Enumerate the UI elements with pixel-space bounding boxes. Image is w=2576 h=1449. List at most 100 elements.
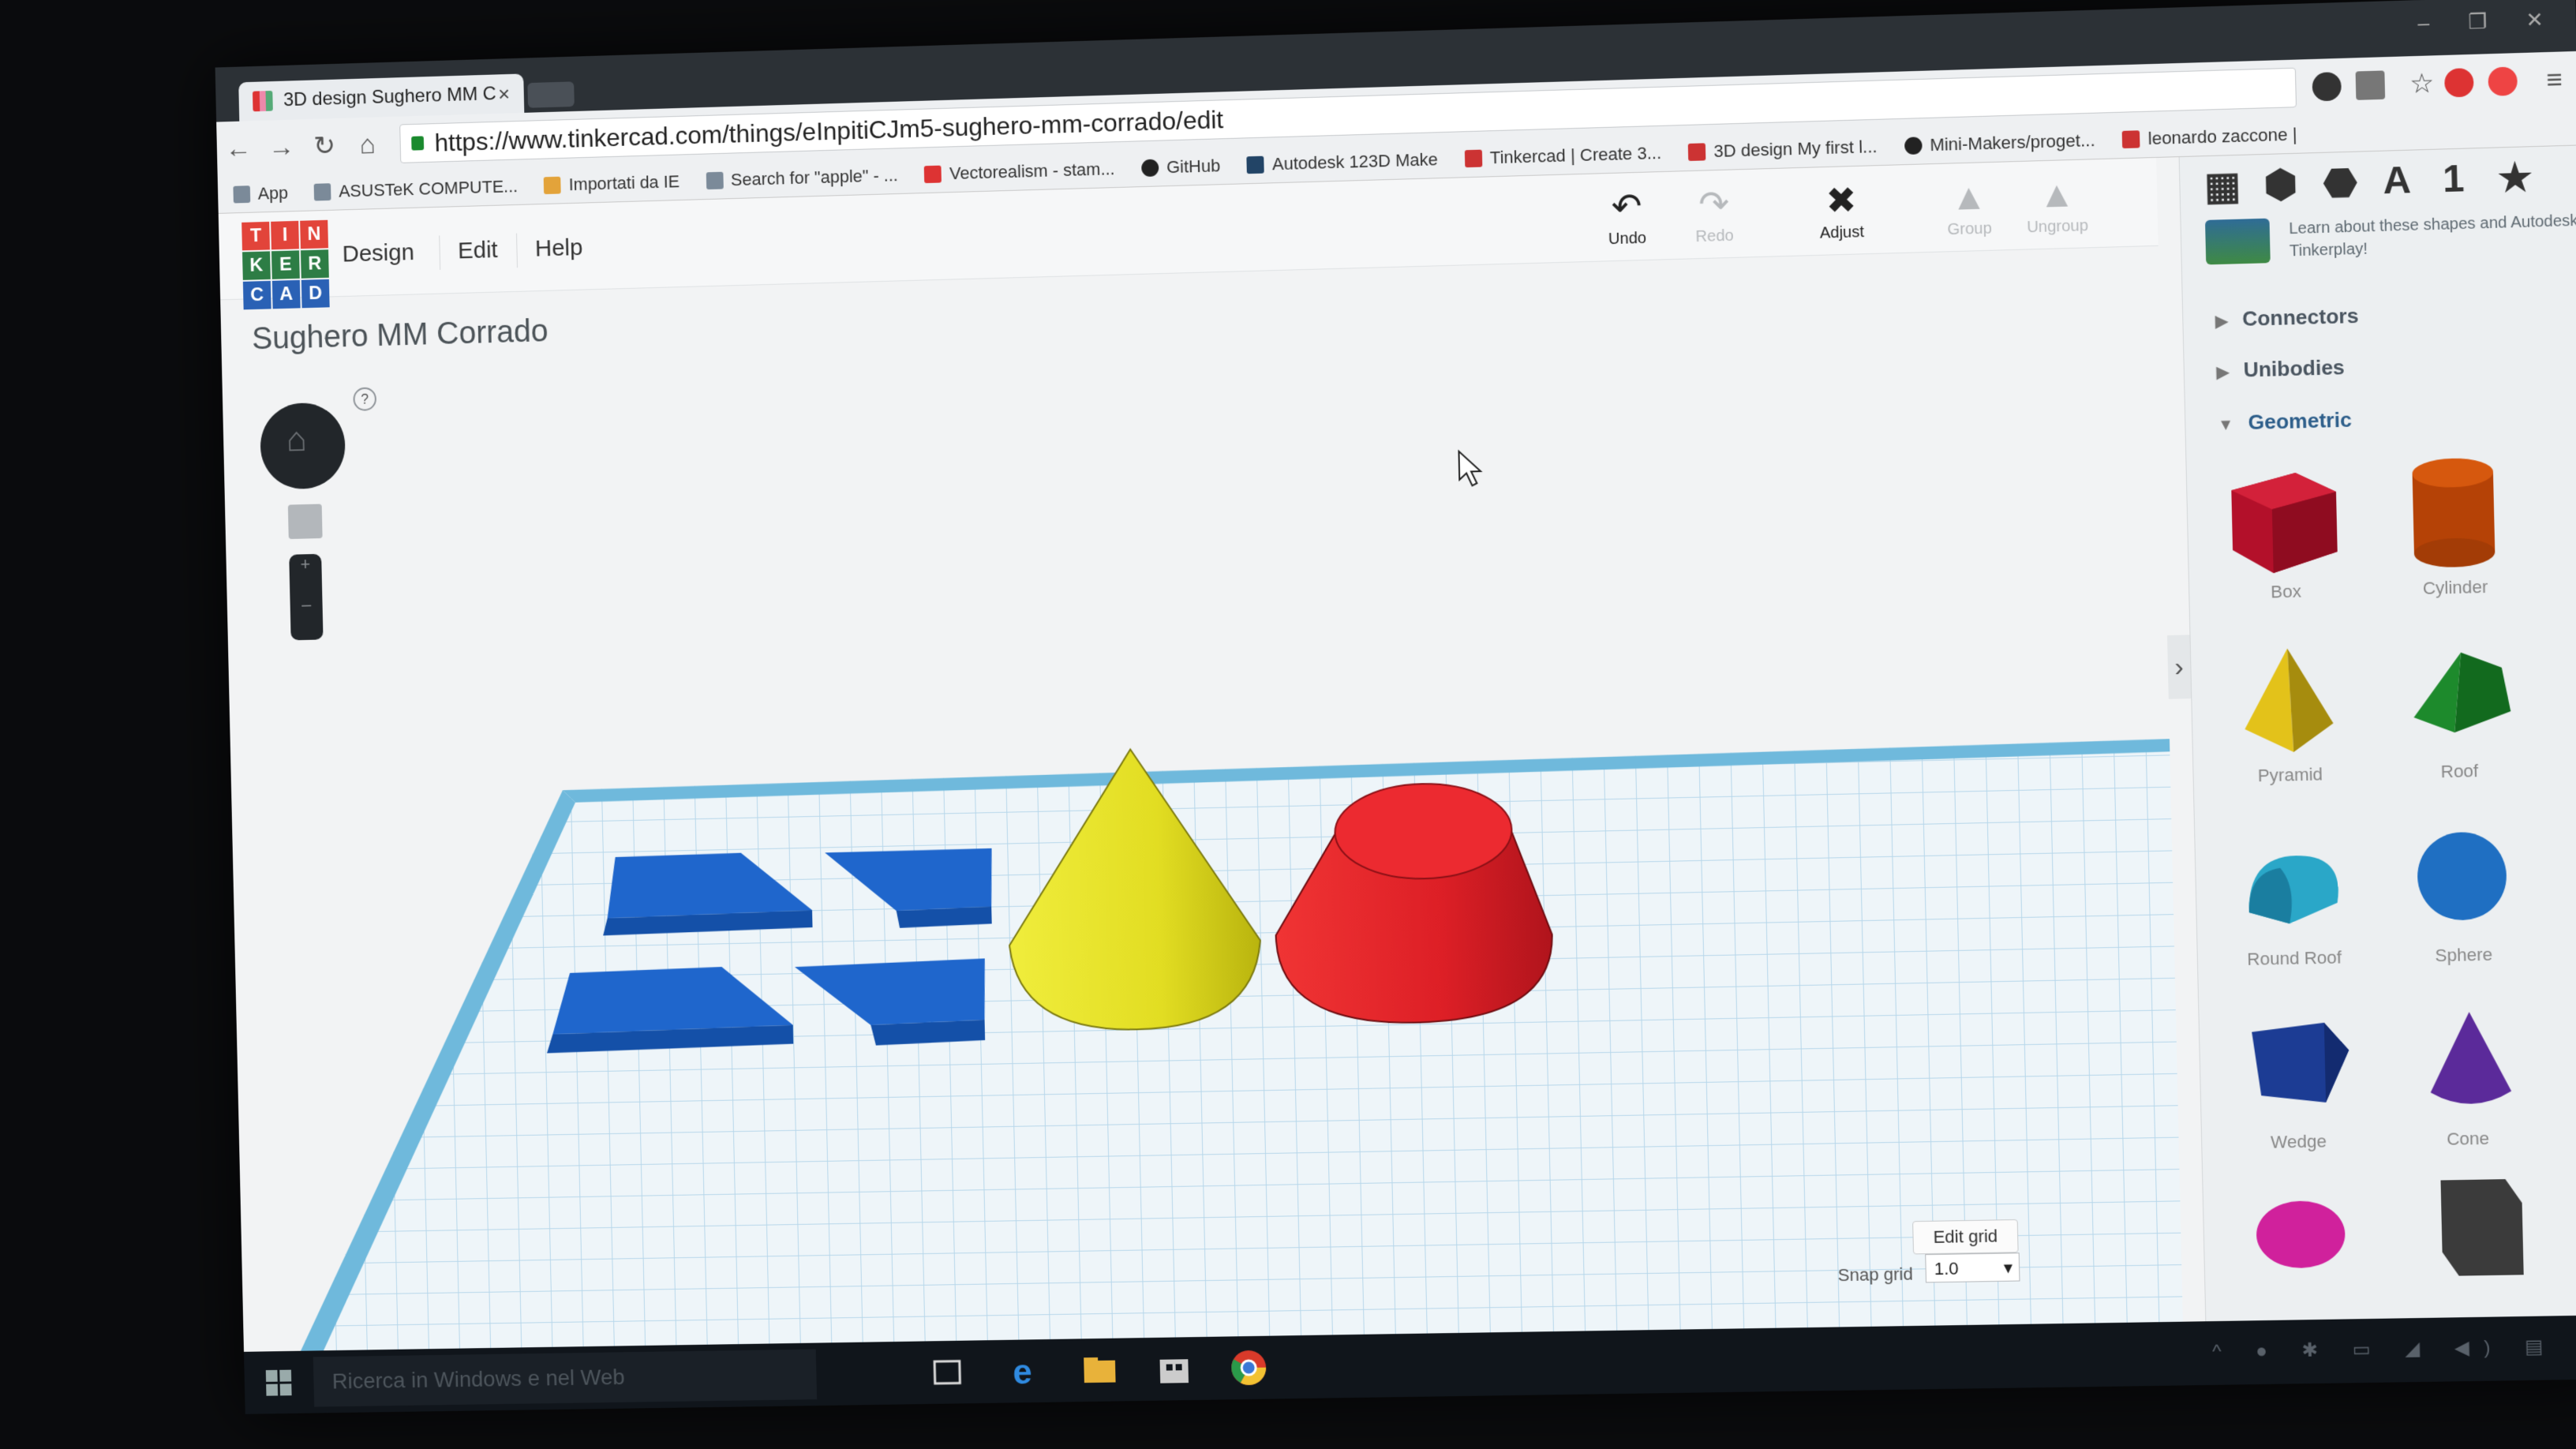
text-icon[interactable]: A bbox=[2383, 159, 2412, 204]
bookmark-item[interactable]: 3D design My first l... bbox=[1688, 136, 1878, 162]
bookmark-item[interactable]: Mini-Makers/proget... bbox=[1904, 129, 2095, 155]
round-roof-icon bbox=[2231, 822, 2354, 945]
tinkerplay-info[interactable]: Learn about these shapes and Autodesk Ti… bbox=[2205, 210, 2576, 265]
cylinder-icon bbox=[2391, 451, 2515, 575]
shape-cylinder[interactable]: Cylinder bbox=[2372, 451, 2537, 600]
tinkercad-icon bbox=[1688, 143, 1706, 161]
page-icon bbox=[314, 183, 331, 200]
bookmark-star-icon[interactable]: ☆ bbox=[2399, 67, 2445, 100]
shape-box[interactable]: Box bbox=[2203, 455, 2367, 605]
shape-roof[interactable]: Roof bbox=[2376, 635, 2540, 784]
snap-grid-select[interactable]: 1.0 bbox=[1925, 1252, 2020, 1282]
snap-grid-label: Snap grid bbox=[1837, 1264, 1913, 1286]
new-tab-button[interactable] bbox=[527, 81, 574, 107]
shape-half-sphere[interactable] bbox=[2219, 1189, 2382, 1276]
bookmark-item[interactable]: Vectorealism - stam... bbox=[924, 159, 1115, 185]
maximize-icon[interactable]: ❐ bbox=[2468, 9, 2488, 35]
panel-collapse-chevron-icon[interactable]: › bbox=[2167, 635, 2191, 698]
tinkercad-favicon-icon bbox=[253, 91, 273, 111]
section-geometric[interactable]: ▼ Geometric bbox=[2218, 407, 2352, 436]
hexagonal-prism-icon bbox=[2408, 1170, 2532, 1284]
bookmark-item[interactable]: Search for "apple" - ... bbox=[706, 165, 898, 191]
windows-start-icon[interactable] bbox=[266, 1370, 293, 1397]
forward-icon[interactable]: → bbox=[260, 132, 303, 163]
back-icon[interactable]: ← bbox=[216, 133, 260, 164]
url-text: https://www.tinkercad.com/things/eInpiti… bbox=[434, 105, 1223, 157]
shape-sphere[interactable]: Sphere bbox=[2380, 818, 2545, 967]
tinkercad-app: T I N K E R C A D Design Edit Help ↶ Und… bbox=[219, 145, 2576, 1413]
menu-edit[interactable]: Edit bbox=[458, 237, 498, 264]
bookmark-item[interactable]: Importati da IE bbox=[544, 171, 680, 196]
number-icon[interactable]: 1 bbox=[2442, 157, 2465, 201]
close-window-icon[interactable]: ✕ bbox=[2525, 7, 2544, 32]
menu-help[interactable]: Help bbox=[535, 234, 583, 262]
monitor-screen: 3D design Sughero MM C × – ❐ ✕ ← → ↻ ⌂ h… bbox=[215, 0, 2576, 1414]
shape-round-roof[interactable]: Round Roof bbox=[2211, 822, 2375, 971]
tab-close-icon[interactable]: × bbox=[498, 81, 511, 106]
shape-wedge[interactable]: Wedge bbox=[2215, 1005, 2379, 1154]
box-icon bbox=[2222, 455, 2346, 578]
expand-arrow-icon: ▶ bbox=[2216, 364, 2229, 382]
minimize-icon[interactable]: – bbox=[2417, 11, 2430, 36]
menu-divider bbox=[439, 235, 440, 270]
workplane-canvas[interactable] bbox=[220, 245, 2183, 1374]
shape-pyramid[interactable]: Pyramid bbox=[2207, 638, 2371, 787]
taskbar-search-input[interactable]: Ricerca in Windows e nel Web bbox=[313, 1350, 817, 1407]
search-icon bbox=[706, 171, 723, 189]
shape-cone[interactable]: Cone bbox=[2384, 1002, 2549, 1151]
bookmark-item[interactable]: Tinkercad | Create 3... bbox=[1465, 142, 1662, 168]
bookmark-item[interactable]: App bbox=[233, 182, 288, 204]
redo-button[interactable]: ↷ Redo bbox=[1670, 179, 1759, 247]
extension-icon[interactable] bbox=[2488, 66, 2518, 96]
extension-icon[interactable] bbox=[2312, 72, 2342, 101]
tinkercad-icon bbox=[1465, 149, 1483, 167]
file-explorer-icon[interactable] bbox=[1077, 1348, 1122, 1393]
shapes-panel: ▦ ⬢ ⬣ A 1 ★ Learn about these shapes and… bbox=[2179, 145, 2576, 1385]
bookmark-item[interactable]: GitHub bbox=[1141, 155, 1220, 178]
roof-icon bbox=[2396, 635, 2520, 758]
github-icon bbox=[1141, 159, 1159, 177]
group-icon: ▲ bbox=[1924, 171, 2013, 222]
tinkerplay-thumbnail bbox=[2205, 219, 2271, 265]
tinkercad-icon bbox=[2122, 130, 2140, 148]
extension-icon[interactable] bbox=[2444, 68, 2474, 98]
system-tray[interactable]: ^ ● ✱ ▭ ◢ ◀) ▤ bbox=[2212, 1335, 2558, 1364]
bookmark-item[interactable]: Autodesk 123D Make bbox=[1247, 149, 1438, 175]
undo-icon: ↶ bbox=[1582, 182, 1671, 231]
star-icon[interactable]: ★ bbox=[2497, 155, 2533, 200]
adjust-button[interactable]: ✖ Adjust bbox=[1797, 175, 1886, 244]
store-icon[interactable] bbox=[1151, 1346, 1196, 1391]
collapse-arrow-icon: ▼ bbox=[2218, 416, 2234, 434]
bookmark-item[interactable]: leonardo zaccone | bbox=[2122, 124, 2297, 150]
svg-text:e: e bbox=[1013, 1353, 1032, 1392]
tab-title: 3D design Sughero MM C bbox=[283, 83, 496, 111]
menu-divider bbox=[516, 234, 518, 268]
wedge-icon bbox=[2235, 1006, 2358, 1128]
ungroup-button[interactable]: ▲ Ungroup bbox=[2012, 169, 2102, 238]
cube-icon[interactable]: ⬣ bbox=[2323, 160, 2357, 206]
grid-icon[interactable]: ▦ bbox=[2203, 163, 2241, 209]
reload-icon[interactable]: ↻ bbox=[302, 129, 346, 162]
edge-browser-icon[interactable]: e bbox=[1003, 1349, 1048, 1394]
task-view-icon[interactable] bbox=[925, 1350, 970, 1395]
cone-icon bbox=[2404, 1003, 2528, 1125]
menu-icon[interactable]: ≡ bbox=[2532, 64, 2576, 96]
adjust-icon: ✖ bbox=[1797, 175, 1885, 225]
menu-design[interactable]: Design bbox=[342, 239, 414, 268]
edit-grid-button[interactable]: Edit grid bbox=[1912, 1219, 2019, 1254]
section-unibodies[interactable]: ▶ Unibodies bbox=[2216, 355, 2345, 384]
expand-arrow-icon: ▶ bbox=[2215, 313, 2228, 331]
box-view-icon[interactable]: ⬢ bbox=[2263, 162, 2298, 208]
extension-icon[interactable] bbox=[2356, 70, 2386, 99]
mouse-cursor-icon bbox=[1458, 451, 1481, 486]
section-connectors[interactable]: ▶ Connectors bbox=[2215, 304, 2359, 332]
undo-button[interactable]: ↶ Undo bbox=[1582, 182, 1671, 249]
home-icon[interactable]: ⌂ bbox=[346, 129, 389, 160]
redo-icon: ↷ bbox=[1670, 179, 1758, 229]
chrome-icon[interactable] bbox=[1226, 1346, 1271, 1391]
heart-icon bbox=[924, 165, 942, 183]
shape-hexagonal-prism[interactable] bbox=[2388, 1170, 2552, 1290]
bookmark-item[interactable]: ASUSTeK COMPUTE... bbox=[314, 176, 519, 202]
lock-icon bbox=[411, 136, 424, 150]
group-button[interactable]: ▲ Group bbox=[1924, 171, 2013, 240]
